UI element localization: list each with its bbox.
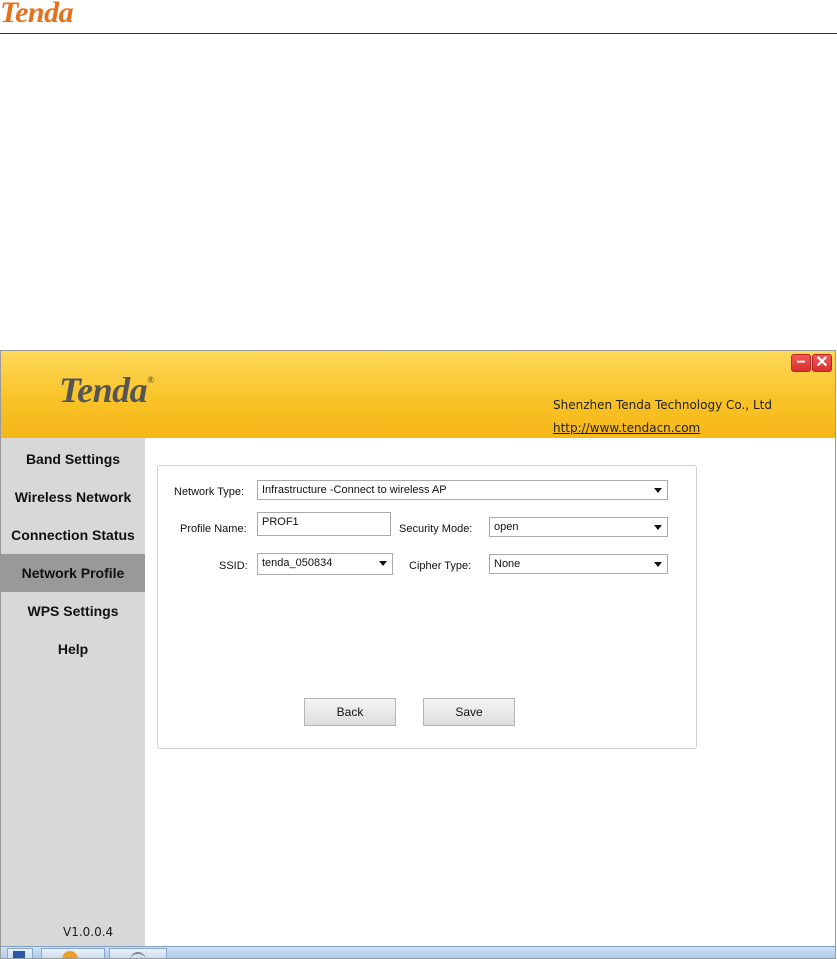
close-button[interactable]: ✕ [812, 354, 832, 372]
network-icon [130, 952, 146, 958]
taskbar-app-button[interactable] [7, 948, 33, 958]
network-type-select[interactable]: Infrastructure -Connect to wireless AP [257, 480, 668, 500]
cipher-type-label: Cipher Type: [409, 560, 472, 572]
ssid-value: tenda_050834 [262, 557, 333, 569]
minimize-button[interactable]: − [791, 354, 811, 372]
folder-icon [62, 951, 78, 958]
cipher-type-value: None [494, 558, 521, 570]
chevron-down-icon [654, 562, 662, 567]
logo-text: Tenda [59, 370, 148, 410]
header-rule [0, 33, 837, 34]
security-mode-value: open [494, 521, 519, 533]
taskbar [1, 946, 835, 958]
cipher-type-select[interactable]: None [489, 554, 668, 574]
chevron-down-icon [654, 488, 662, 493]
document-logo: Tenda [0, 0, 74, 29]
version-label: V1.0.0.4 [63, 925, 114, 939]
network-type-value: Infrastructure -Connect to wireless AP [262, 484, 447, 496]
profile-name-input[interactable]: PROF1 [257, 512, 391, 536]
sidebar-item-help[interactable]: Help [1, 630, 145, 668]
network-profile-panel: Network Type: Infrastructure -Connect to… [157, 465, 697, 749]
banner: Tenda® Shenzhen Tenda Technology Co., Lt… [1, 351, 835, 438]
company-name: Shenzhen Tenda Technology Co., Ltd [553, 398, 772, 412]
network-type-label: Network Type: [174, 486, 245, 498]
document-header: Tenda [0, 0, 837, 34]
profile-name-value: PROF1 [262, 516, 299, 528]
app-icon [13, 951, 25, 958]
ssid-label: SSID: [219, 560, 248, 572]
security-mode-select[interactable]: open [489, 517, 668, 537]
profile-name-label: Profile Name: [180, 523, 247, 535]
back-button[interactable]: Back [304, 698, 396, 726]
app-window: Tenda® Shenzhen Tenda Technology Co., Lt… [0, 350, 836, 959]
save-button[interactable]: Save [423, 698, 515, 726]
registered-mark: ® [147, 375, 154, 385]
sidebar-item-band-settings[interactable]: Band Settings [1, 440, 145, 478]
sidebar-item-wireless-network[interactable]: Wireless Network [1, 478, 145, 516]
sidebar-item-wps-settings[interactable]: WPS Settings [1, 592, 145, 630]
sidebar-item-network-profile[interactable]: Network Profile [1, 554, 145, 592]
website-link[interactable]: http://www.tendacn.com [553, 421, 700, 435]
chevron-down-icon [654, 525, 662, 530]
ssid-select[interactable]: tenda_050834 [257, 553, 393, 575]
taskbar-folder-button[interactable] [41, 948, 105, 958]
tenda-logo: Tenda® [59, 369, 154, 411]
chevron-down-icon [379, 561, 387, 566]
sidebar: Band Settings Wireless Network Connectio… [1, 438, 145, 950]
sidebar-item-connection-status[interactable]: Connection Status [1, 516, 145, 554]
security-mode-label: Security Mode: [399, 523, 473, 535]
taskbar-network-button[interactable] [109, 948, 167, 958]
